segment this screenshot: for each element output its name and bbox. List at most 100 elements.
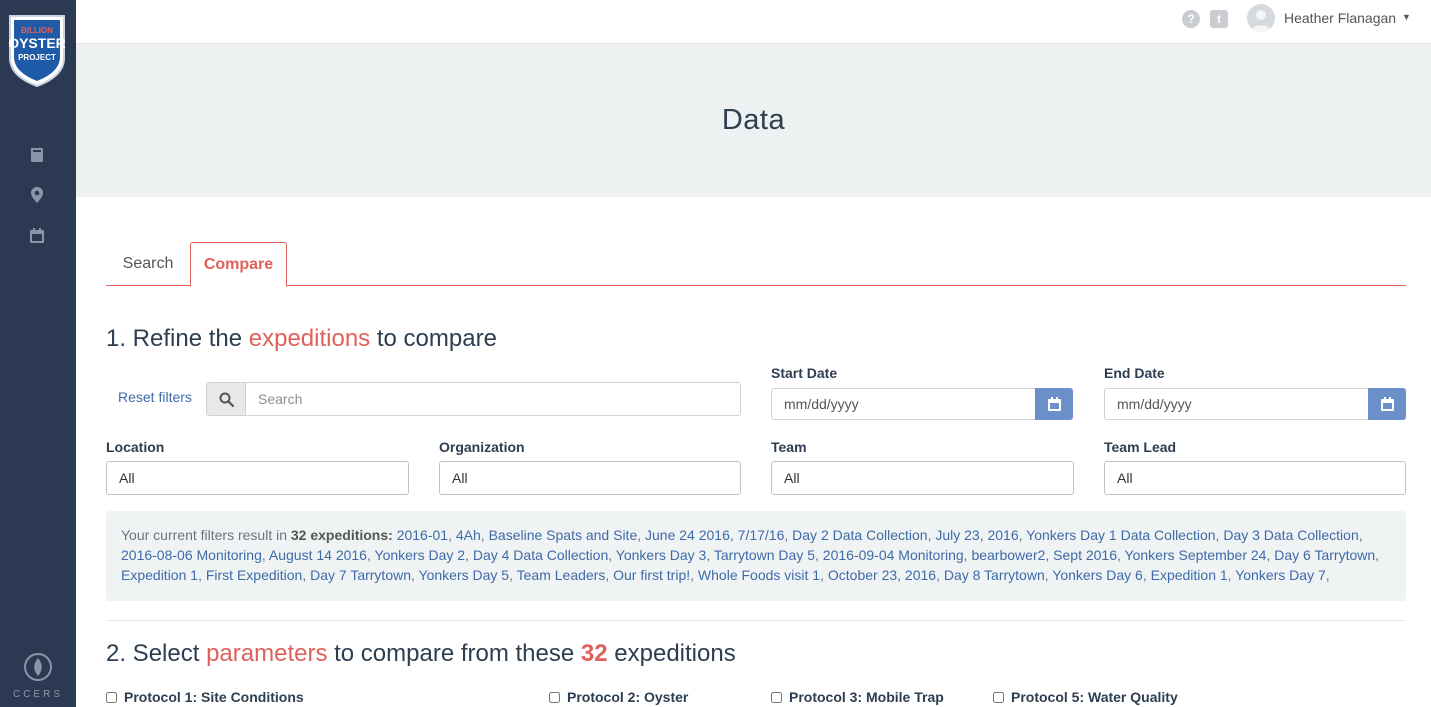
ccers-emblem-icon [24,653,52,681]
expedition-link[interactable]: Tarrytown Day 5 [714,547,815,563]
list-separator: , [302,567,311,583]
map-marker-icon[interactable] [28,186,46,204]
list-separator: , [261,547,269,563]
expedition-link[interactable]: Yonkers Day 1 Data Collection [1026,527,1215,543]
list-separator: , [366,547,375,563]
search-input[interactable] [245,382,741,416]
expedition-link[interactable]: October 23, 2016 [828,567,936,583]
calendar-icon[interactable] [28,226,46,244]
list-separator: , [1142,567,1151,583]
user-name[interactable]: Heather Flanagan [1284,10,1396,26]
expedition-link[interactable]: Yonkers Day 3 [616,547,707,563]
protocol-5-label: Protocol 5: Water Quality [1011,689,1178,705]
expedition-link[interactable]: August 14 2016 [269,547,367,563]
location-select[interactable]: All [106,461,409,495]
end-date-input[interactable] [1104,388,1369,420]
expedition-link[interactable]: 2016-08-06 Monitoring [121,547,262,563]
start-date-calendar-button[interactable] [1035,388,1073,420]
section1-accent: expeditions [248,325,371,352]
page-header: Data [76,44,1431,197]
expedition-link[interactable]: Team Leaders [517,567,606,583]
expedition-link[interactable]: Day 2 Data Collection [792,527,927,543]
expedition-link[interactable]: First Expedition [206,567,302,583]
list-separator: , [448,527,456,543]
expedition-link[interactable]: Day 8 Tarrytown [944,567,1045,583]
expedition-link[interactable]: Whole Foods visit 1 [698,567,820,583]
expedition-link[interactable]: July 23, 2016 [935,527,1018,543]
reset-filters-link[interactable]: Reset filters [118,389,192,405]
start-date-input[interactable] [771,388,1036,420]
expedition-link[interactable]: Yonkers September 24 [1125,547,1267,563]
expedition-link[interactable]: Day 4 Data Collection [473,547,608,563]
expedition-link[interactable]: 4Ah [456,527,481,543]
protocol-1-label: Protocol 1: Site Conditions [124,689,304,705]
list-separator: , [637,527,646,543]
section1-suffix: to compare [370,325,497,352]
protocol-3-checkbox[interactable]: Protocol 3: Mobile Trap [771,689,944,705]
expedition-link[interactable]: 7/17/16 [738,527,785,543]
expedition-link[interactable]: Yonkers Day 6 [1052,567,1143,583]
protocol-5-checkbox[interactable]: Protocol 5: Water Quality [993,689,1178,705]
end-date-label: End Date [1104,365,1165,381]
protocol-2-check[interactable] [549,691,560,703]
topbar: ? t Heather Flanagan ▼ [76,0,1431,44]
list-separator: , [815,547,823,563]
expedition-link[interactable]: Expedition 1 [1151,567,1228,583]
expedition-link[interactable]: Yonkers Day 7 [1235,567,1326,583]
list-separator: , [411,567,419,583]
section1-heading: 1. Refine the expeditions to compare [106,325,497,353]
ccers-logo[interactable]: CCERS [10,652,66,700]
list-separator: , [509,567,517,583]
protocol-1-checkbox[interactable]: Protocol 1: Site Conditions [106,689,304,705]
protocol-1-check[interactable] [106,691,117,703]
list-separator: , [1045,547,1054,563]
expedition-link[interactable]: 2016-01 [397,527,448,543]
section2-prefix: 2. Select [106,640,207,667]
protocol-3-check[interactable] [771,691,782,703]
tab-bar: Search Compare [106,242,1406,287]
expedition-link[interactable]: June 24 2016 [645,527,730,543]
tumblr-icon[interactable]: t [1210,10,1228,28]
expedition-link[interactable]: bearbower2 [971,547,1045,563]
team-lead-select[interactable]: All [1104,461,1406,495]
help-icon[interactable]: ? [1182,10,1200,28]
list-separator: , [1375,547,1380,563]
end-date-calendar-button[interactable] [1368,388,1406,420]
organization-select[interactable]: All [439,461,741,495]
billion-oyster-project-logo[interactable]: BILLION OYSTER PROJECT [7,14,67,88]
tab-compare[interactable]: Compare [190,242,287,287]
protocol-2-checkbox[interactable]: Protocol 2: Oyster [549,689,688,705]
list-separator: , [608,547,616,563]
sidebar: BILLION OYSTER PROJECT CCERS [0,0,76,707]
page-title: Data [721,104,786,136]
list-separator: , [690,567,698,583]
expedition-link[interactable]: Day 6 Tarrytown [1274,547,1375,563]
book-icon[interactable] [28,146,46,164]
team-label: Team [771,439,807,455]
expedition-link[interactable]: Yonkers Day 5 [419,567,510,583]
user-avatar[interactable] [1247,4,1275,32]
expedition-link[interactable]: Day 3 Data Collection [1223,527,1358,543]
expedition-link[interactable]: Our first trip! [613,567,690,583]
list-separator: , [936,567,944,583]
expedition-link[interactable]: 2016-09-04 Monitoring [823,547,964,563]
list-separator: , [198,567,206,583]
expedition-link[interactable]: Sept 2016 [1053,547,1117,563]
logo-line3: PROJECT [18,53,56,62]
expedition-link[interactable]: Expedition 1 [121,567,198,583]
divider [106,620,1406,621]
list-separator: , [820,567,828,583]
team-select[interactable]: All [771,461,1074,495]
section2-suffix: expeditions [607,640,736,667]
protocol-5-check[interactable] [993,691,1004,703]
expedition-link[interactable]: Day 7 Tarrytown [310,567,411,583]
tab-search[interactable]: Search [106,242,190,286]
list-separator: , [605,567,614,583]
search-icon[interactable] [206,382,246,416]
expedition-link[interactable]: Baseline Spats and Site [489,527,638,543]
expedition-link[interactable]: Yonkers Day 2 [375,547,466,563]
filter-results-prefix: Your current filters result in [121,527,291,543]
chevron-down-icon[interactable]: ▼ [1402,12,1411,22]
list-separator: , [706,547,714,563]
section2-middle: to compare from these [327,640,581,667]
